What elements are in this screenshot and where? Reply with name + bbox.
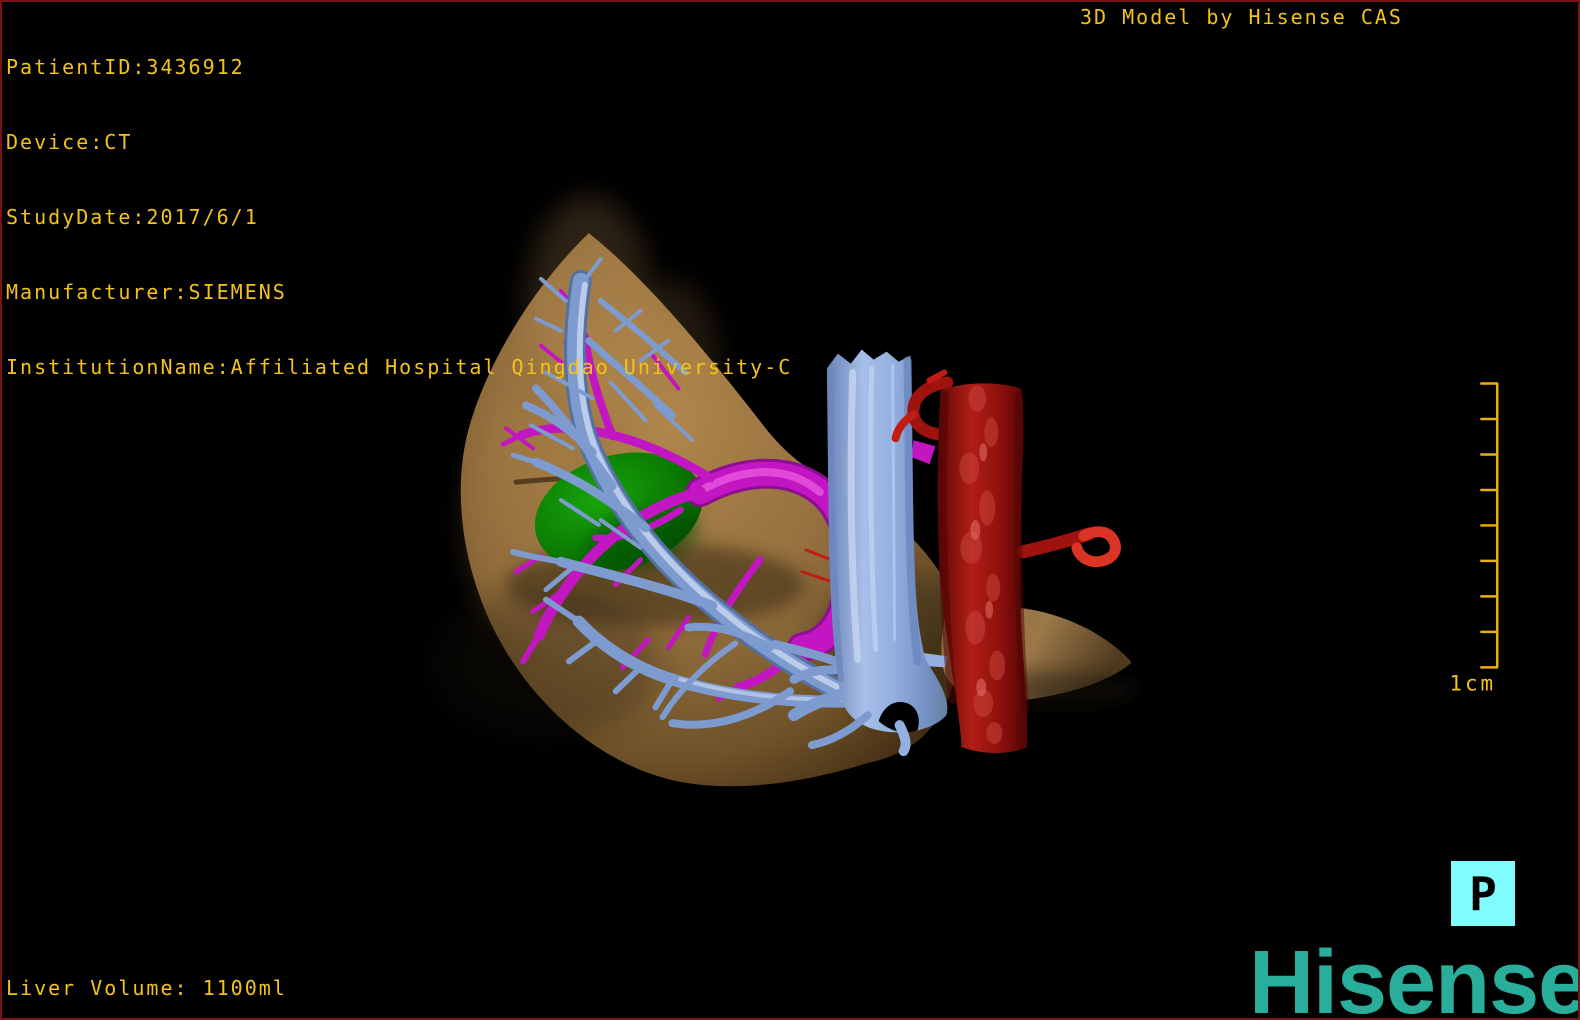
device-line: Device:CT [6,130,133,154]
hisense-logo: Hisense [1249,933,1580,1020]
watermark-title: 3D Model by Hisense CAS [1080,5,1403,29]
manufacturer-line: Manufacturer:SIEMENS [6,280,287,304]
study-date-line: StudyDate:2017/6/1 [6,205,259,229]
scale-bar-label: 1cm [1449,671,1496,695]
patient-id-line: PatientID:3436912 [6,55,245,79]
institution-line: InstitutionName:Affiliated Hospital Qing… [6,355,793,379]
viewer-window: 1cm PatientID:3436912 Device:CT StudyDat… [0,0,1580,1020]
scale-bar: 1cm [1449,382,1499,695]
liver-volume-label: Liver Volume: 1100ml [6,976,287,1000]
scale-bar-ticks [1480,382,1499,669]
orientation-marker-button[interactable]: P [1451,861,1515,926]
patient-info-overlay: PatientID:3436912 Device:CT StudyDate:20… [6,5,792,430]
